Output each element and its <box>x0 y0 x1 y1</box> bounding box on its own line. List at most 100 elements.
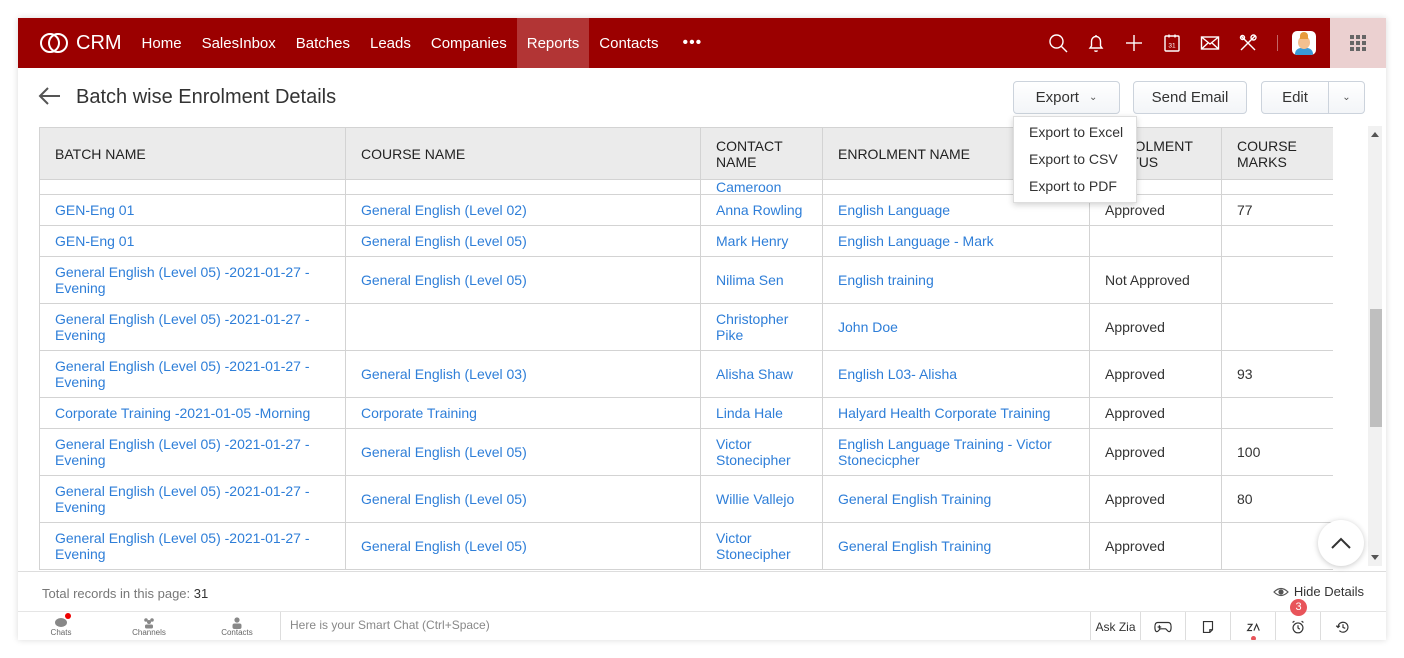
scroll-up-arrow-icon[interactable] <box>1371 132 1379 137</box>
enrolment-name-cell[interactable]: General English Training <box>822 522 1090 570</box>
chat-tab-chats[interactable]: Chats <box>18 613 104 640</box>
contact-name-cell[interactable]: Alisha Shaw <box>700 350 823 398</box>
column-header-course-name[interactable]: COURSE NAME <box>345 127 701 180</box>
nav-contacts[interactable]: Contacts <box>589 18 668 68</box>
nav-reports[interactable]: Reports <box>516 18 590 68</box>
table-row[interactable]: GEN-Eng 01 General English (Level 02) Anna… <box>39 194 1333 226</box>
edit-button[interactable]: Edit <box>1262 82 1329 113</box>
crm-logo[interactable]: CRM <box>18 18 132 68</box>
table-row[interactable]: General English (Level 05) -2021-01-27 -… <box>39 522 1333 570</box>
nav-companies[interactable]: Companies <box>421 18 517 68</box>
batch-name-cell[interactable]: General English (Level 05) -2021-01-27 -… <box>39 350 346 398</box>
nav-divider <box>1277 35 1278 51</box>
chat-tab-contacts[interactable]: Contacts <box>194 613 280 640</box>
batch-name-cell[interactable]: GEN-Eng 01 <box>39 194 346 226</box>
table-row[interactable]: General English (Level 05) -2021-01-27 -… <box>39 256 1333 304</box>
export-to-excel[interactable]: Export to Excel <box>1014 119 1136 146</box>
export-to-csv[interactable]: Export to CSV <box>1014 146 1136 173</box>
enrolment-name-cell[interactable]: English Language Training - Victor Stone… <box>822 428 1090 476</box>
contact-name-cell[interactable]: Linda Hale <box>700 397 823 429</box>
column-header-batch-name[interactable]: BATCH NAME <box>39 127 346 180</box>
course-name-cell[interactable]: General English (Level 05) <box>345 522 701 570</box>
send-email-button[interactable]: Send Email <box>1133 81 1247 114</box>
contact-name-cell[interactable]: Victor Stonecipher <box>700 522 823 570</box>
apps-grid-icon <box>1350 35 1366 51</box>
batch-name-cell[interactable]: General English (Level 05) -2021-01-27 -… <box>39 303 346 351</box>
course-name-cell[interactable]: Corporate Training <box>345 397 701 429</box>
column-header-contact-name[interactable]: CONTACT NAME <box>700 127 823 180</box>
table-row[interactable]: GEN-Eng 01 General English (Level 05) Mark… <box>39 225 1333 257</box>
contact-name-cell[interactable]: Mark Henry <box>700 225 823 257</box>
reminders-button[interactable]: 3 <box>1275 599 1320 640</box>
search-button[interactable] <box>1039 18 1077 68</box>
enrolment-name-cell[interactable]: General English Training <box>822 475 1090 523</box>
contact-name-cell[interactable]: Victor Stonecipher <box>700 428 823 476</box>
batch-name-cell[interactable]: General English (Level 05) -2021-01-27 -… <box>39 256 346 304</box>
edit-more-button[interactable]: ⌄ <box>1329 82 1364 113</box>
history-button[interactable] <box>1320 612 1365 640</box>
course-name-cell[interactable]: General English (Level 05) <box>345 225 701 257</box>
contact-name-cell[interactable]: Christopher Pike <box>700 303 823 351</box>
mail-button[interactable] <box>1191 18 1229 68</box>
ask-zia-button[interactable]: Ask Zia <box>1090 612 1140 640</box>
top-nav: CRM Home SalesInbox Batches Leads Compan… <box>18 18 1386 68</box>
batch-name-cell[interactable]: GEN-Eng 01 <box>39 225 346 257</box>
course-name-cell[interactable]: General English (Level 05) <box>345 256 701 304</box>
enrolment-name-cell[interactable]: English training <box>822 256 1090 304</box>
table-row[interactable]: General English (Level 05) -2021-01-27 -… <box>39 475 1333 523</box>
contact-name-cell[interactable]: Cameroon <box>700 179 823 195</box>
scroll-down-arrow-icon[interactable] <box>1371 555 1379 560</box>
batch-name-cell[interactable]: General English (Level 05) -2021-01-27 -… <box>39 428 346 476</box>
hide-details-button[interactable]: Hide Details <box>1273 584 1364 599</box>
avatar[interactable] <box>1292 31 1316 55</box>
enrolment-name-cell[interactable]: English L03- Alisha <box>822 350 1090 398</box>
setup-button[interactable] <box>1229 18 1267 68</box>
zia-button[interactable] <box>1230 612 1275 640</box>
enrolment-name-cell[interactable]: English Language - Mark <box>822 225 1090 257</box>
column-header-course-marks[interactable]: COURSE MARKS <box>1221 127 1333 180</box>
contact-name-cell[interactable]: Anna Rowling <box>700 194 823 226</box>
batch-name-cell[interactable]: Corporate Training -2021-01-05 -Morning <box>39 397 346 429</box>
scroll-to-top-button[interactable] <box>1318 520 1364 566</box>
nav-salesinbox[interactable]: SalesInbox <box>192 18 286 68</box>
calendar-button[interactable]: 31 <box>1153 18 1191 68</box>
notifications-button[interactable] <box>1077 18 1115 68</box>
table-row[interactable]: General English (Level 05) -2021-01-27 -… <box>39 350 1333 398</box>
table-row[interactable]: Corporate Training -2021-01-05 -Morning C… <box>39 397 1333 429</box>
nav-batches[interactable]: Batches <box>286 18 360 68</box>
chat-tab-channels[interactable]: Channels <box>106 613 192 640</box>
create-button[interactable] <box>1115 18 1153 68</box>
enrolment-name-cell[interactable]: Halyard Health Corporate Training <box>822 397 1090 429</box>
table-row[interactable]: General English (Level 05) -2021-01-27 -… <box>39 303 1333 351</box>
nav-home[interactable]: Home <box>132 18 192 68</box>
contact-name-cell[interactable]: Willie Vallejo <box>700 475 823 523</box>
plus-icon <box>1126 35 1142 51</box>
back-button[interactable] <box>38 86 64 108</box>
notes-button[interactable] <box>1185 612 1230 640</box>
enrolment-status-cell: Approved <box>1089 397 1222 429</box>
course-name-cell[interactable]: General English (Level 05) <box>345 428 701 476</box>
contact-name-cell[interactable]: Nilima Sen <box>700 256 823 304</box>
games-button[interactable] <box>1140 612 1185 640</box>
course-name-cell[interactable]: General English (Level 02) <box>345 194 701 226</box>
enrolment-name-cell[interactable]: John Doe <box>822 303 1090 351</box>
course-name-cell[interactable]: General English (Level 03) <box>345 350 701 398</box>
table-row[interactable]: General English (Level 05) -2021-01-27 -… <box>39 428 1333 476</box>
total-records: Total records in this page: 31 <box>42 586 208 601</box>
sticky-note-icon <box>1202 620 1214 633</box>
table-scrollbar[interactable] <box>1368 126 1382 566</box>
scrollbar-thumb[interactable] <box>1370 309 1382 427</box>
batch-name-cell[interactable]: General English (Level 05) -2021-01-27 -… <box>39 522 346 570</box>
crm-logo-icon <box>40 33 68 53</box>
batch-name-cell[interactable]: General English (Level 05) -2021-01-27 -… <box>39 475 346 523</box>
course-marks-cell: 93 <box>1221 350 1333 398</box>
enrolment-status-cell: Approved <box>1089 522 1222 570</box>
nav-leads[interactable]: Leads <box>360 18 421 68</box>
nav-more-button[interactable]: ••• <box>668 18 716 68</box>
export-button[interactable]: Export ⌄ <box>1013 81 1120 114</box>
course-name-cell[interactable]: General English (Level 05) <box>345 475 701 523</box>
smart-chat-input[interactable]: Here is your Smart Chat (Ctrl+Space) <box>280 612 1090 640</box>
apps-button[interactable] <box>1330 18 1386 68</box>
export-to-pdf[interactable]: Export to PDF <box>1014 173 1136 200</box>
enrolment-status-cell: Not Approved <box>1089 256 1222 304</box>
